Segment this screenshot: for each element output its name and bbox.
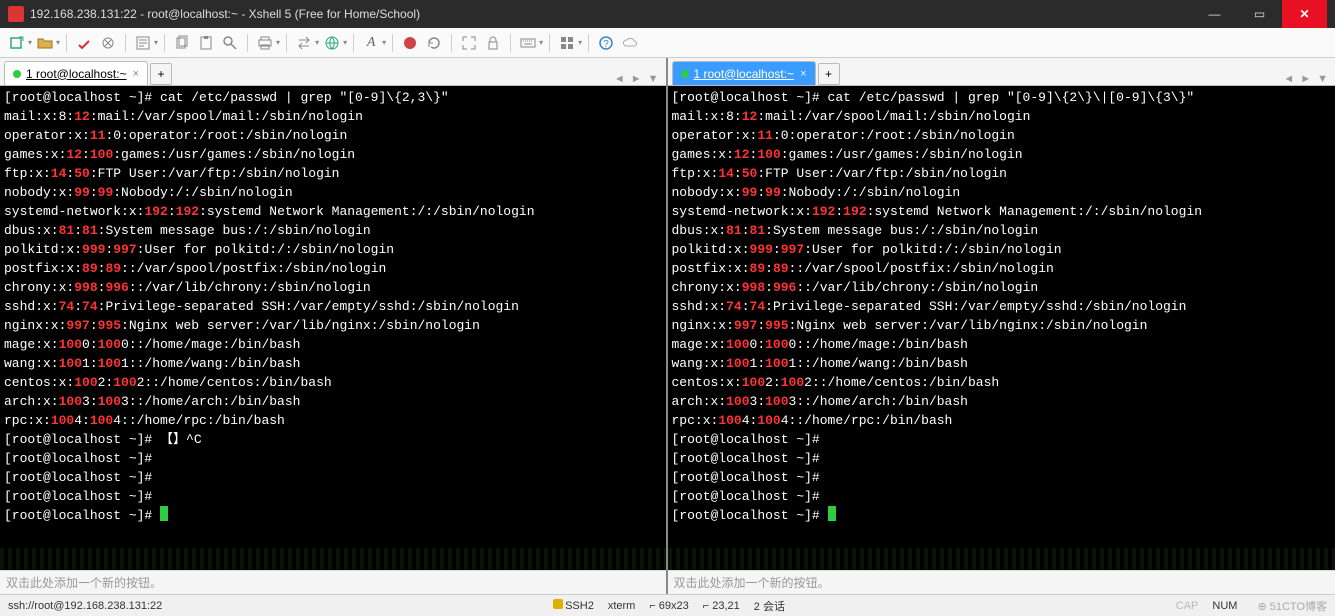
right-terminal[interactable]: [root@localhost ~]# cat /etc/passwd | gr… (668, 86, 1335, 570)
session-tab[interactable]: 1 root@localhost:~ × (672, 61, 816, 85)
svg-text:?: ? (603, 39, 609, 50)
globe-icon[interactable] (321, 32, 343, 54)
left-pane: 1 root@localhost:~ × + ◄ ► ▼ [root@local… (0, 58, 668, 594)
minimize-button[interactable]: — (1192, 0, 1237, 28)
tab-nav-left-icon[interactable]: ◄ (1280, 73, 1297, 85)
status-bar: ssh://root@192.168.238.131:22 SSH2 xterm… (0, 594, 1335, 616)
connection-dot-icon (13, 70, 21, 78)
close-button[interactable]: ✕ (1282, 0, 1327, 28)
properties-icon[interactable] (132, 32, 154, 54)
tab-nav-right-icon[interactable]: ► (628, 73, 645, 85)
right-pane: 1 root@localhost:~ × + ◄ ► ▼ [root@local… (668, 58, 1335, 594)
status-size: ⌐ 69x23 (649, 600, 688, 612)
window-title: 192.168.238.131:22 - root@localhost:~ - … (30, 7, 1192, 21)
tab-nav-right-icon[interactable]: ► (1297, 73, 1314, 85)
new-session-icon[interactable] (6, 32, 28, 54)
lock-icon[interactable] (482, 32, 504, 54)
find-icon[interactable] (219, 32, 241, 54)
split-panes: 1 root@localhost:~ × + ◄ ► ▼ [root@local… (0, 58, 1335, 594)
status-ssh: SSH2 (553, 599, 594, 612)
tab-close-icon[interactable]: × (800, 68, 806, 80)
copy-icon[interactable] (171, 32, 193, 54)
app-icon (8, 6, 24, 22)
transfer-icon[interactable] (293, 32, 315, 54)
lock-status-icon (553, 599, 563, 609)
connection-dot-icon (681, 70, 689, 78)
open-icon[interactable] (34, 32, 56, 54)
left-terminal[interactable]: [root@localhost ~]# cat /etc/passwd | gr… (0, 86, 666, 570)
status-term: xterm (608, 600, 636, 612)
tab-close-icon[interactable]: × (133, 68, 139, 80)
tab-nav-menu-icon[interactable]: ▼ (1314, 73, 1331, 85)
fullscreen-icon[interactable] (458, 32, 480, 54)
left-quick-input[interactable]: 双击此处添加一个新的按钮。 (0, 570, 666, 594)
status-pos: ⌐ 23,21 (703, 600, 740, 612)
status-connection: ssh://root@192.168.238.131:22 (8, 600, 162, 612)
right-tabbar: 1 root@localhost:~ × + ◄ ► ▼ (668, 58, 1335, 86)
help-icon[interactable]: ? (595, 32, 617, 54)
status-num: NUM (1212, 600, 1237, 612)
print-icon[interactable] (254, 32, 276, 54)
add-tab-button[interactable]: + (150, 63, 172, 85)
window-titlebar: 192.168.238.131:22 - root@localhost:~ - … (0, 0, 1335, 28)
session-tab[interactable]: 1 root@localhost:~ × (4, 61, 148, 85)
left-tabbar: 1 root@localhost:~ × + ◄ ► ▼ (0, 58, 666, 86)
script-icon[interactable] (399, 32, 421, 54)
right-quick-input[interactable]: 双击此处添加一个新的按钮。 (668, 570, 1335, 594)
disconnect-icon[interactable] (97, 32, 119, 54)
maximize-button[interactable]: ▭ (1237, 0, 1282, 28)
add-tab-button[interactable]: + (818, 63, 840, 85)
reconnect-icon[interactable] (73, 32, 95, 54)
tab-label: 1 root@localhost:~ (26, 67, 127, 81)
watermark: ⊕ 51CTO博客 (1257, 598, 1327, 614)
main-toolbar: ▾ ▾ ▾ ▾ ▾ ▾ A▾ ▾ ▾ ? (0, 28, 1335, 58)
refresh-icon[interactable] (423, 32, 445, 54)
keyboard-icon[interactable] (517, 32, 539, 54)
paste-icon[interactable] (195, 32, 217, 54)
tab-label: 1 root@localhost:~ (694, 67, 795, 81)
status-cap: CAP (1176, 600, 1199, 612)
tab-nav-left-icon[interactable]: ◄ (611, 73, 628, 85)
layout-icon[interactable] (556, 32, 578, 54)
status-sessions: 2 会话 (754, 598, 785, 614)
tab-nav-menu-icon[interactable]: ▼ (645, 73, 662, 85)
font-icon[interactable]: A (360, 32, 382, 54)
cloud-icon[interactable] (619, 32, 641, 54)
